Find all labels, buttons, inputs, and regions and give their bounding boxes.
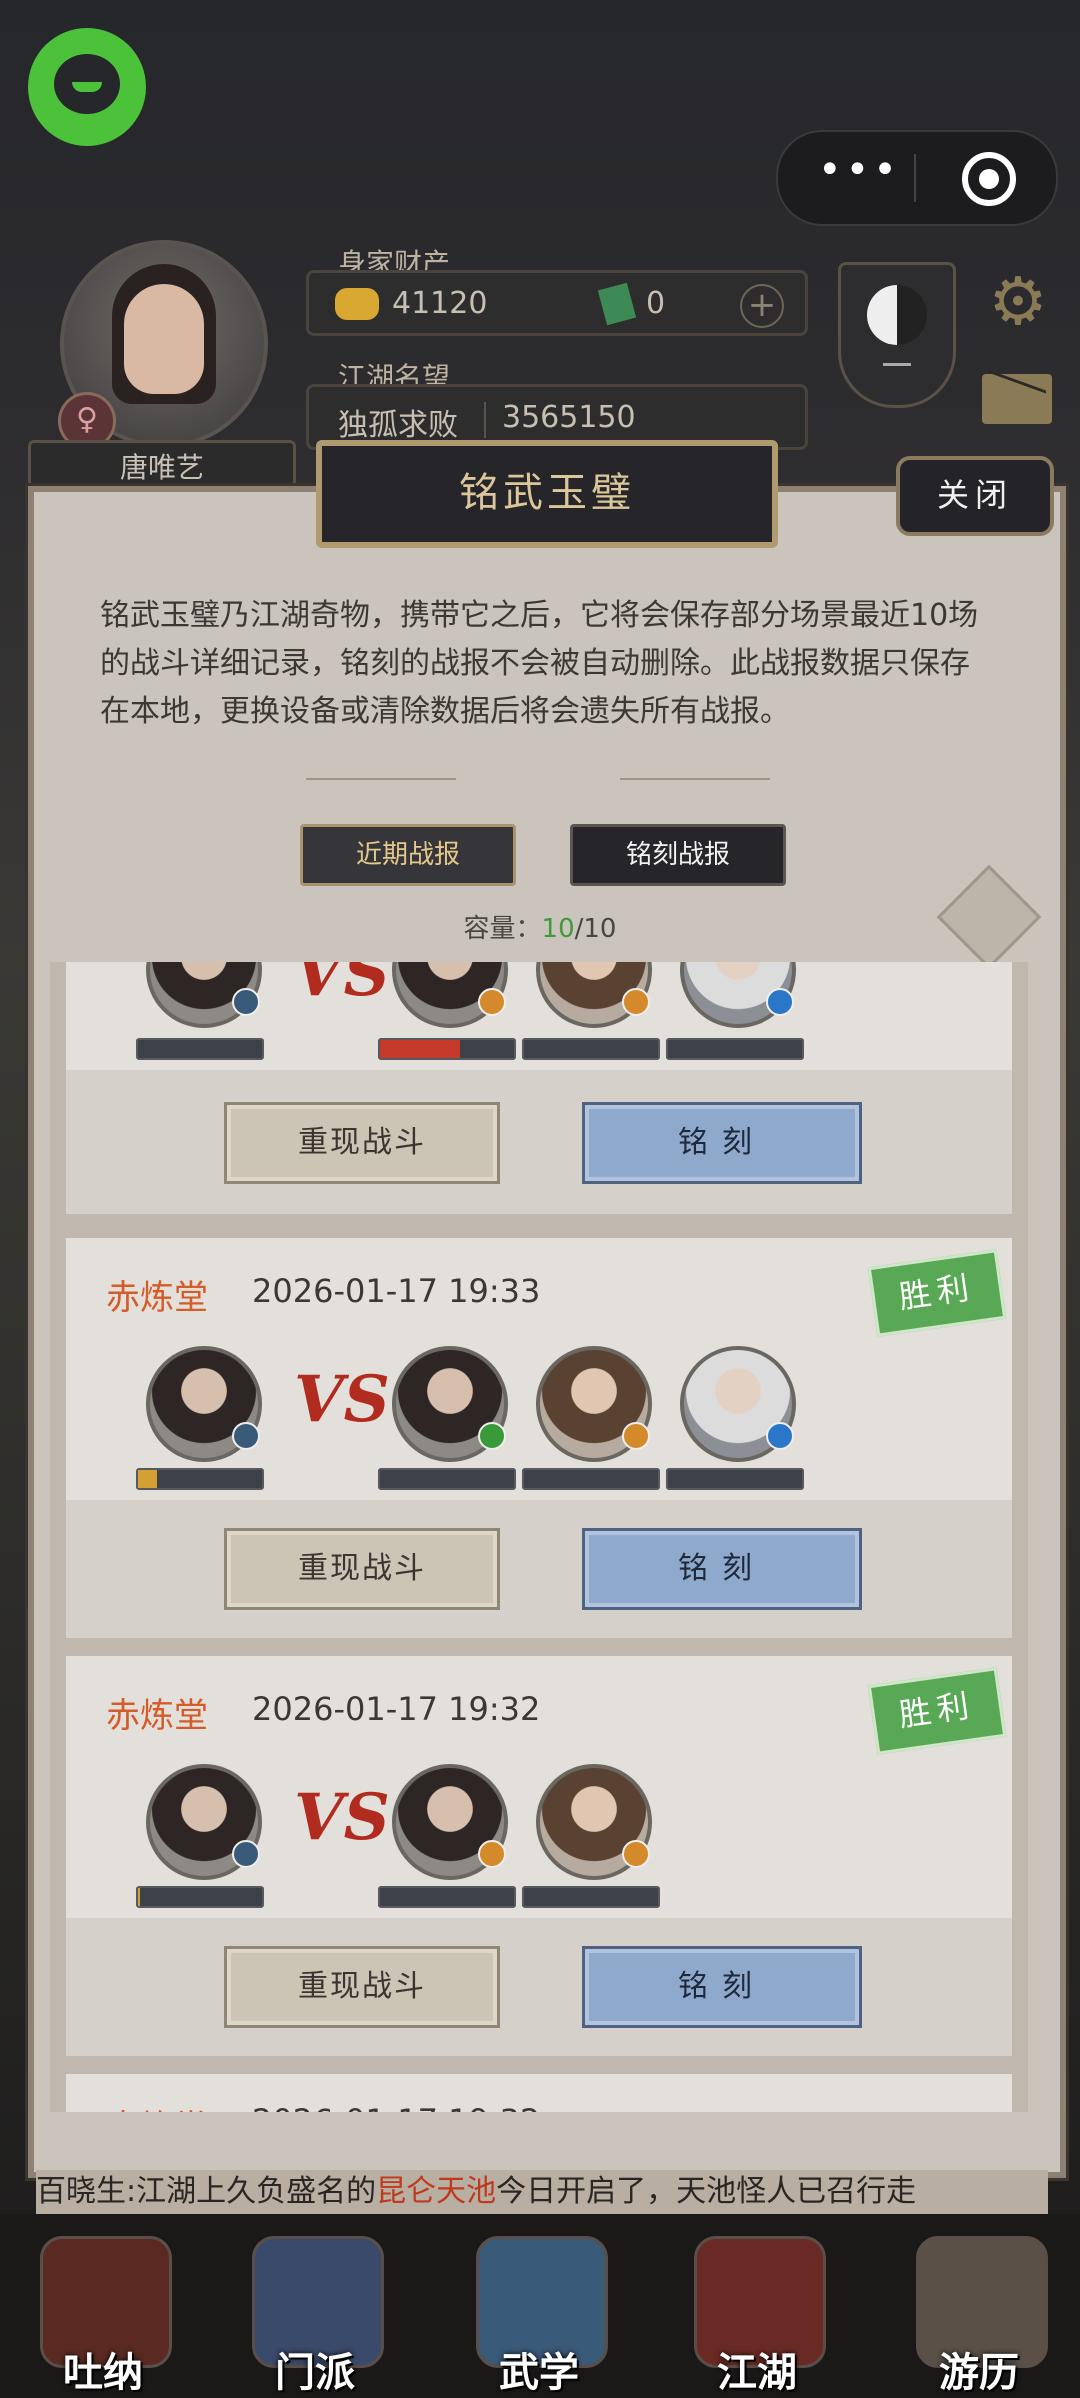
gold-amount: 41120 [392,286,488,321]
divider-left [306,778,456,780]
capacity-label: 容量： [463,914,542,944]
enemy-portrait [392,962,508,1028]
nav-meditation[interactable]: 吐纳 [28,2236,178,2396]
more-dots-icon[interactable]: ••• [818,150,908,194]
nav-world[interactable]: 江湖 [682,2236,832,2396]
taiji-badge[interactable] [838,262,956,408]
enemy-portrait [392,1764,508,1880]
announcement-marquee: 百晓生:江湖上久负盛名的昆仑天池今日开启了，天池怪人已召行走 [36,2170,1048,2214]
enemy-hp-bar [666,1038,804,1060]
enemy-portrait [680,962,796,1028]
player-portrait [146,962,262,1028]
victory-badge: 胜利 [867,1249,1007,1337]
replay-battle-button[interactable]: 重现战斗 [224,1102,500,1184]
capacity-used: 10 [541,914,575,944]
enemy-portrait [536,962,652,1028]
report-card: 赤炼堂 2026-01-17 19:32 [66,2074,1012,2112]
enemy-hp-bar [522,1038,660,1060]
report-card: 赤炼堂 2026-01-17 19:33 胜利 VS 重现战斗 铭刻 [66,1238,1012,1638]
report-card: VS 重现战斗 铭刻 [66,962,1012,1214]
guild-name: 赤炼堂 [106,1696,208,1736]
vs-label: VS [294,1362,390,1437]
assets-bar [306,270,808,336]
nav-label: 武学 [499,2349,579,2396]
enemy-hp-bar [378,1886,516,1908]
player-portrait [146,1346,262,1462]
tab-recent-reports[interactable]: 近期战报 [300,824,516,886]
close-button[interactable]: 关闭 [896,456,1054,536]
enemy-hp-bar [378,1038,516,1060]
enemy-portrait [680,1346,796,1462]
mail-icon[interactable] [982,374,1052,424]
enemy-hp-bar [522,1886,660,1908]
enemy-hp-bar [522,1468,660,1490]
taiji-icon [867,285,927,345]
enemy-hp-bar [666,1468,804,1490]
capsule-divider [914,154,916,202]
target-icon[interactable] [962,152,1016,206]
enemy-portrait [392,1346,508,1462]
gear-icon[interactable]: ⚙ [982,266,1054,338]
player-hp-bar [136,1886,264,1908]
engrave-button[interactable]: 铭刻 [582,1528,862,1610]
nav-travel[interactable]: 游历 [904,2236,1054,2396]
divider-right [620,778,770,780]
battle-time: 2026-01-17 19:32 [252,1690,541,1728]
player-hp-bar [136,1468,264,1490]
add-currency-button[interactable]: + [740,284,784,328]
guild-name: 赤炼堂 [106,2100,208,2112]
battle-time: 2026-01-17 19:33 [252,1272,541,1310]
player-hp-bar [136,1038,264,1060]
dialog-title: 铭武玉璧 [316,440,778,548]
vs-label: VS [294,962,390,1011]
card-footer: 重现战斗 铭刻 [66,1918,1012,2056]
replay-battle-button[interactable]: 重现战斗 [224,1946,500,2028]
nav-sect[interactable]: 门派 [240,2236,390,2396]
reputation-value: 3565150 [502,400,636,435]
jade-amount: 0 [646,286,666,321]
tab-engraved-reports[interactable]: 铭刻战报 [570,824,786,886]
report-card: 赤炼堂 2026-01-17 19:32 胜利 VS 重现战斗 铭刻 [66,1656,1012,2056]
nav-martial-arts[interactable]: 武学 [464,2236,614,2396]
engrave-button[interactable]: 铭刻 [582,1946,862,2028]
capacity-total: /10 [574,914,617,944]
reputation-title: 独孤求败 [338,408,458,443]
nav-label: 江湖 [717,2349,797,2396]
gold-ingot-icon [335,288,379,320]
nav-label: 门派 [275,2349,355,2396]
player-portrait [146,1764,262,1880]
reputation-divider [484,402,486,438]
capacity-readout: 容量：10/10 [440,908,640,945]
chat-logo-icon[interactable] [28,28,146,146]
enemy-portrait [536,1764,652,1880]
battle-time: 2026-01-17 19:32 [252,2102,540,2112]
nav-label: 游历 [939,2349,1019,2396]
dialog-description: 铭武玉璧乃江湖奇物，携带它之后，它将会保存部分场景最近10场的战斗详细记录，铭刻… [100,598,979,729]
card-footer: 重现战斗 铭刻 [66,1500,1012,1638]
mini-program-capsule: ••• [776,130,1058,226]
victory-badge: 胜利 [867,1667,1007,1755]
card-footer: 重现战斗 铭刻 [66,1070,1012,1214]
vs-label: VS [294,1780,390,1855]
replay-battle-button[interactable]: 重现战斗 [224,1528,500,1610]
enemy-portrait [536,1346,652,1462]
report-list[interactable]: VS 重现战斗 铭刻 赤炼堂 2026-01-17 19:33 胜利 VS 重现… [50,962,1028,2112]
enemy-hp-bar [378,1468,516,1490]
guild-name: 赤炼堂 [106,1278,208,1318]
taiji-value [883,363,911,366]
engrave-button[interactable]: 铭刻 [582,1102,862,1184]
nav-label: 吐纳 [63,2349,143,2396]
